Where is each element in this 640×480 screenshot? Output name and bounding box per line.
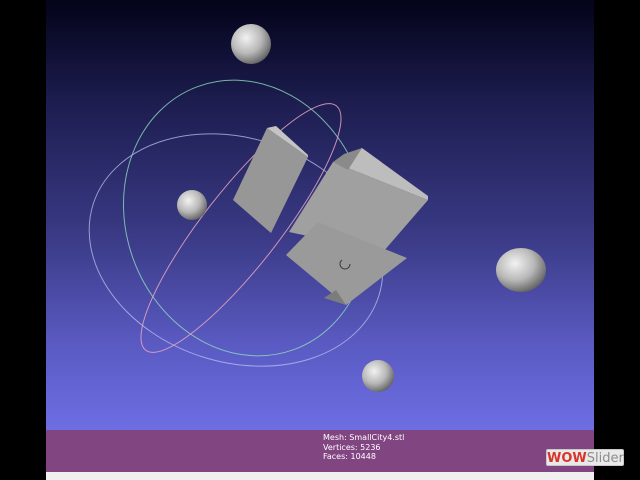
3d-viewport[interactable] [46, 0, 594, 430]
light-sphere-right[interactable] [496, 248, 546, 292]
mesh-name-label: Mesh: SmallCity4.stl [323, 433, 405, 442]
watermark-wow: WOW [547, 451, 587, 466]
bottom-strip [46, 472, 594, 480]
vertices-count-label: Vertices: 5236 [323, 442, 381, 452]
scene-canvas [88, 24, 546, 392]
mesh-info-text: Mesh: SmallCity4.stl Vertices: 5236 Face… [323, 433, 404, 462]
wowslider-watermark[interactable]: WOWSlider [546, 449, 624, 466]
watermark-slider: Slider [586, 451, 624, 466]
mesh-info-bar: Mesh: SmallCity4.stl Vertices: 5236 Face… [46, 430, 594, 472]
faces-count-label: Faces: 10448 [323, 452, 376, 461]
light-sphere-top[interactable] [231, 24, 271, 64]
city-mesh[interactable] [233, 126, 428, 305]
meshlab-window: Mesh: SmallCity4.stl Vertices: 5236 Face… [0, 0, 640, 480]
building-block-left [233, 128, 308, 233]
light-sphere-left[interactable] [177, 190, 207, 220]
light-sphere-bottom[interactable] [362, 360, 394, 392]
